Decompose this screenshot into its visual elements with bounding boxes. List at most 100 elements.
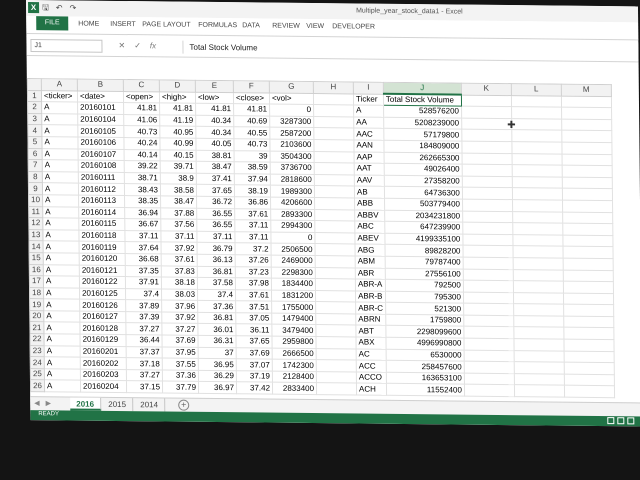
column-header-d[interactable]: D — [159, 79, 196, 92]
cell[interactable] — [461, 152, 513, 165]
cell[interactable] — [313, 104, 354, 117]
cell[interactable]: 1479400 — [271, 312, 316, 326]
cell[interactable]: 2833400 — [272, 382, 317, 395]
cell[interactable] — [562, 165, 613, 178]
cell[interactable] — [314, 209, 355, 222]
cell[interactable]: 38.18 — [161, 277, 198, 289]
cell[interactable] — [463, 268, 514, 281]
cell[interactable] — [314, 232, 356, 245]
cell[interactable] — [316, 359, 357, 372]
tab-home[interactable]: HOME — [78, 21, 99, 28]
next-sheet-icon[interactable]: ▶ — [46, 399, 51, 407]
cell[interactable]: 503779400 — [384, 198, 463, 211]
cell[interactable] — [513, 257, 564, 270]
cell[interactable]: 36.67 — [124, 218, 161, 231]
cell[interactable]: 36.55 — [196, 219, 235, 232]
cell[interactable]: 20160204 — [80, 380, 127, 393]
cell[interactable]: ABB — [354, 197, 385, 210]
cell[interactable]: 37.36 — [197, 300, 236, 313]
cell[interactable]: ABR-B — [355, 290, 386, 303]
cell[interactable]: 2587200 — [269, 127, 314, 140]
cell[interactable]: 20160105 — [77, 125, 124, 138]
cell[interactable]: 38.58 — [160, 184, 197, 197]
cell[interactable]: 3504300 — [270, 150, 315, 163]
cell[interactable]: 37.05 — [235, 312, 272, 325]
cell[interactable]: 20160111 — [78, 171, 125, 184]
cell[interactable] — [563, 316, 614, 329]
cell[interactable]: 3736700 — [270, 162, 315, 175]
page-layout-view-icon[interactable] — [617, 417, 625, 425]
cell[interactable]: A — [41, 101, 78, 114]
cell[interactable] — [315, 336, 357, 349]
cell[interactable] — [314, 151, 355, 164]
cell[interactable]: 11552400 — [386, 383, 465, 397]
cell[interactable]: 20160115 — [78, 218, 125, 231]
cell[interactable] — [315, 267, 356, 280]
cell[interactable]: 4206600 — [270, 197, 315, 210]
cell[interactable]: 37.56 — [160, 219, 197, 232]
cell[interactable] — [562, 211, 613, 224]
cell[interactable] — [563, 292, 614, 305]
tab-file[interactable]: FILE — [36, 16, 69, 31]
cell[interactable]: 37.83 — [161, 265, 198, 278]
cell[interactable]: A — [43, 264, 80, 277]
cell[interactable]: 795300 — [385, 290, 464, 304]
cell[interactable]: 37.65 — [196, 184, 235, 197]
cell[interactable]: A — [43, 298, 80, 311]
cell[interactable]: ACH — [356, 383, 387, 396]
cell[interactable]: <date> — [77, 90, 124, 103]
cell[interactable]: 40.95 — [159, 126, 196, 139]
cell[interactable]: ABR — [355, 267, 386, 280]
enter-icon[interactable]: ✓ — [134, 41, 141, 50]
cell[interactable] — [463, 326, 514, 339]
cell[interactable] — [513, 315, 564, 328]
cell[interactable] — [513, 350, 565, 363]
cell[interactable]: ACCO — [356, 371, 387, 384]
column-header-g[interactable]: G — [269, 81, 314, 94]
cell[interactable]: 36.44 — [125, 334, 163, 347]
cell[interactable]: 37.58 — [197, 277, 236, 290]
cell[interactable]: 37.61 — [234, 208, 271, 221]
cell[interactable]: 37 — [198, 346, 237, 359]
cell[interactable] — [561, 130, 612, 143]
cell[interactable]: 1989300 — [270, 185, 315, 198]
cell[interactable]: 36.68 — [125, 253, 162, 266]
cell[interactable]: 2506500 — [271, 243, 316, 256]
cell[interactable] — [512, 176, 563, 189]
cell[interactable] — [513, 280, 564, 293]
cell[interactable]: 89828200 — [384, 244, 464, 257]
cell[interactable]: 36.81 — [197, 312, 236, 325]
cell[interactable]: 37.61 — [235, 289, 272, 302]
cell[interactable]: 37.11 — [234, 219, 271, 232]
cell[interactable] — [512, 234, 563, 247]
cell[interactable]: ACC — [356, 360, 387, 373]
cell[interactable]: 49026400 — [384, 163, 463, 176]
cell[interactable]: 37.98 — [235, 277, 272, 290]
cell[interactable] — [561, 95, 612, 108]
cell[interactable] — [313, 116, 354, 129]
cell[interactable]: AC — [356, 348, 387, 361]
cell[interactable]: 38.71 — [124, 172, 161, 185]
cell[interactable]: 20160121 — [79, 264, 126, 277]
cell[interactable]: 38.59 — [234, 161, 271, 174]
row-header[interactable]: 20 — [29, 310, 44, 323]
cell[interactable]: 20160107 — [78, 148, 125, 161]
cell[interactable]: 57179800 — [383, 128, 462, 142]
formula-input[interactable]: Total Stock Volume — [182, 40, 633, 59]
cell[interactable]: 2103600 — [269, 139, 315, 152]
cell[interactable]: 41.81 — [233, 103, 270, 116]
cell[interactable]: A — [42, 159, 79, 172]
row-header[interactable]: 12 — [28, 217, 43, 230]
tab-data[interactable]: DATA — [242, 22, 260, 29]
cell[interactable] — [512, 245, 564, 259]
page-break-view-icon[interactable] — [627, 417, 635, 425]
cell[interactable]: ABEV — [354, 232, 385, 245]
cell[interactable] — [511, 153, 563, 166]
cell[interactable] — [562, 234, 613, 247]
cell[interactable] — [462, 175, 513, 188]
cell[interactable]: ABG — [355, 244, 386, 257]
cell[interactable] — [464, 372, 515, 386]
cell[interactable]: 27556100 — [385, 267, 464, 281]
cell[interactable] — [462, 199, 513, 212]
cell[interactable]: 20160127 — [79, 310, 126, 324]
